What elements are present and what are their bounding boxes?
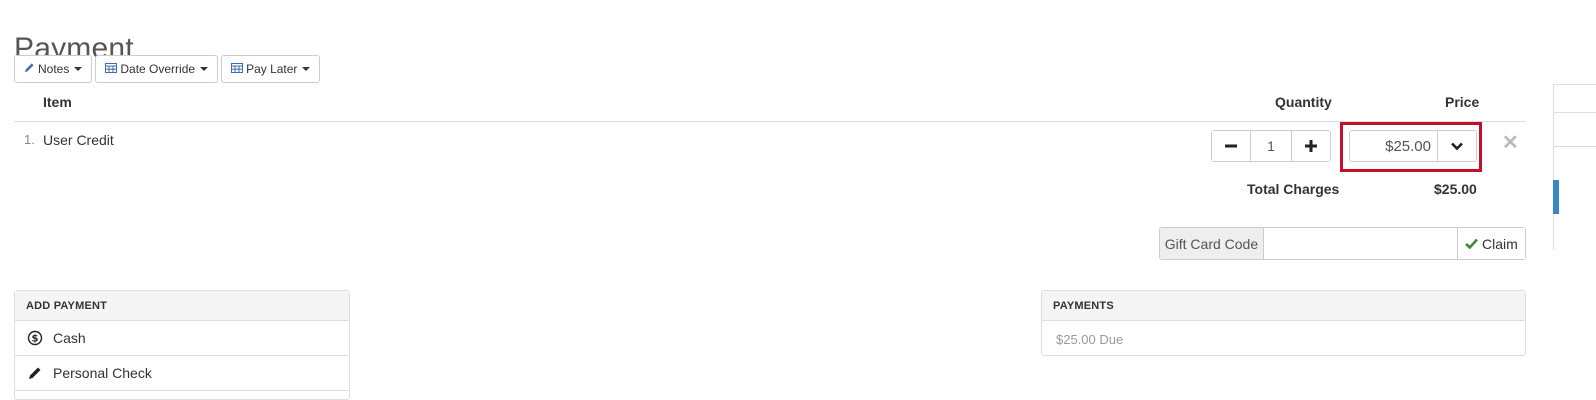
table-row: 1. User Credit 1 $25.00 ✕ [14,122,1526,172]
side-panel-divider [1553,112,1596,113]
side-panel-divider [1553,146,1596,147]
gift-card-group: Gift Card Code Claim [1159,227,1526,260]
caret-down-icon [302,67,311,71]
toolbar: Notes Date Override Pay Later [14,55,321,83]
notes-label: Notes [38,62,70,76]
quantity-stepper: 1 [1211,130,1331,162]
increment-button[interactable] [1292,131,1330,161]
dollar-circle-icon: $ [27,330,53,346]
price-input-group: $25.00 [1349,130,1477,162]
row-index: 1. [24,132,35,147]
svg-text:$: $ [32,334,39,345]
date-override-button[interactable]: Date Override [95,55,219,83]
claim-button[interactable]: Claim [1456,228,1525,259]
payment-method-label: Personal Check [53,365,152,381]
pay-later-button[interactable]: Pay Later [221,55,321,83]
payment-method-cash[interactable]: $ Cash [15,321,349,356]
date-override-label: Date Override [120,62,196,76]
pay-later-label: Pay Later [246,62,298,76]
caret-down-icon [74,67,83,71]
caret-down-icon [200,67,209,71]
gift-card-label: Gift Card Code [1160,228,1264,259]
column-header-price: Price [1445,94,1480,110]
calendar-icon [105,62,118,76]
table-header: Item Quantity Price [14,86,1526,122]
payment-method-personal-check[interactable]: Personal Check [15,356,349,391]
payments-panel: PAYMENTS $25.00 Due [1041,290,1526,356]
payment-method-label: Cash [53,330,86,346]
pen-icon [27,365,53,381]
pencil-icon [24,62,35,76]
column-header-quantity: Quantity [1275,94,1332,110]
calendar-icon [231,62,244,76]
notes-button[interactable]: Notes [14,55,93,83]
claim-label: Claim [1482,235,1518,252]
quantity-value[interactable]: 1 [1250,131,1292,161]
amount-due: $25.00 Due [1056,332,1124,347]
side-panel-edge [1553,84,1596,250]
total-charges-value: $25.00 [1434,181,1477,197]
column-header-item: Item [43,94,72,110]
minus-icon [1225,144,1237,148]
remove-item-icon[interactable]: ✕ [1502,130,1519,155]
plus-icon [1305,140,1317,152]
item-name: User Credit [43,132,114,148]
gift-card-input[interactable] [1263,228,1457,259]
total-charges-label: Total Charges [1247,181,1340,197]
side-panel-active-marker[interactable] [1553,180,1559,214]
chevron-down-icon [1451,142,1463,151]
decrement-button[interactable] [1212,131,1250,161]
add-payment-heading: ADD PAYMENT [15,291,349,321]
price-input[interactable]: $25.00 [1350,131,1438,161]
check-icon [1465,238,1479,249]
add-payment-panel: ADD PAYMENT $ Cash Personal Check [14,290,350,400]
price-dropdown-button[interactable] [1438,131,1476,161]
payments-heading: PAYMENTS [1042,291,1525,321]
